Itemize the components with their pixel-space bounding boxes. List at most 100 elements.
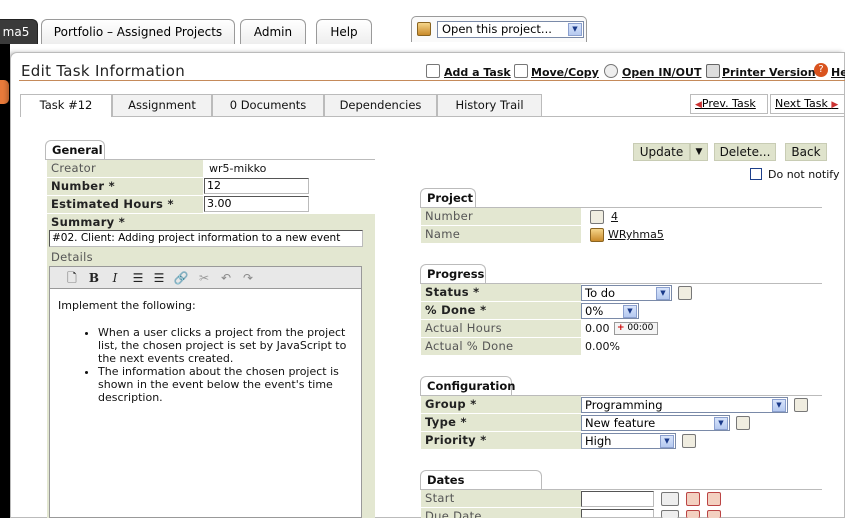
today-icon[interactable] — [707, 510, 721, 518]
next-task-link[interactable]: Next Task ▶ — [770, 94, 845, 114]
help-icon: ? — [814, 63, 828, 77]
arrow-right-icon: ▶ — [831, 100, 839, 110]
edit-icon[interactable] — [794, 398, 808, 412]
start-date-field[interactable] — [581, 491, 654, 507]
due-date-field[interactable] — [581, 509, 654, 518]
today-icon[interactable] — [707, 492, 721, 506]
tab-admin[interactable]: Admin — [240, 19, 306, 44]
group-select-value: Programming — [585, 398, 663, 412]
project-name-link[interactable]: WRyhma5 — [608, 226, 664, 243]
next-task-label: Next Task — [775, 97, 828, 110]
status-select-value: To do — [585, 286, 616, 300]
list-item: When a user clicks a project from the pr… — [98, 326, 354, 365]
actual-hours-value: 0.00 — [585, 322, 610, 335]
due-date-label: Due Date — [421, 508, 581, 518]
plus-icon: + — [617, 323, 625, 333]
move-copy-icon — [514, 64, 528, 78]
redo-icon[interactable]: ↷ — [240, 270, 256, 286]
project-header: Project — [420, 188, 476, 207]
bold-icon[interactable]: B — [86, 270, 102, 286]
edit-icon[interactable] — [736, 416, 750, 430]
summary-field[interactable]: #02. Client: Adding project information … — [49, 230, 363, 247]
collapse-left-arrow-icon[interactable] — [0, 80, 9, 104]
delete-button[interactable]: Delete... — [714, 143, 776, 161]
status-select[interactable]: To do ▼ — [581, 285, 672, 301]
open-inout-link[interactable]: Open IN/OUT — [622, 66, 701, 79]
italic-icon[interactable]: I — [107, 270, 123, 286]
details-label: Details — [51, 250, 93, 264]
page-title: Edit Task Information — [21, 62, 186, 80]
type-label: Type * — [421, 414, 581, 431]
editor-list: When a user clicks a project from the pr… — [58, 326, 354, 404]
calendar-icon[interactable] — [661, 492, 679, 506]
add-task-icon — [426, 64, 440, 78]
number-field[interactable]: 12 — [204, 178, 309, 194]
numbered-list-icon[interactable]: ☰ — [130, 270, 146, 286]
bullet-list-icon[interactable]: ☰ — [151, 270, 167, 286]
tab-history-trail[interactable]: History Trail — [437, 94, 542, 116]
progress-header: Progress — [420, 264, 486, 283]
add-task-link[interactable]: Add a Task — [444, 66, 511, 79]
start-date-label: Start — [421, 490, 581, 507]
chevron-down-icon: ▼ — [660, 435, 674, 448]
percent-done-value: 0% — [585, 304, 604, 318]
do-not-notify-checkbox[interactable] — [750, 168, 762, 180]
printer-version-link[interactable]: Printer Version — [722, 66, 816, 79]
help-link[interactable]: He — [831, 66, 845, 79]
unlink-icon[interactable]: ✂ — [196, 270, 212, 286]
undo-icon[interactable]: ↶ — [218, 270, 234, 286]
group-label: Group * — [421, 396, 581, 413]
update-button[interactable]: Update — [633, 143, 690, 161]
priority-label: Priority * — [421, 432, 581, 449]
percent-done-select[interactable]: 0% ▼ — [581, 303, 639, 319]
edit-icon[interactable] — [682, 434, 696, 448]
edit-icon[interactable] — [678, 286, 692, 300]
priority-select[interactable]: High ▼ — [581, 433, 676, 449]
tab-divider — [20, 116, 845, 117]
project-number-link[interactable]: 4 — [611, 208, 618, 225]
editor-content[interactable]: Implement the following: When a user cli… — [58, 299, 354, 404]
estimated-hours-label: Estimated Hours * — [47, 196, 203, 213]
open-project-select[interactable]: Open this project... ▼ — [437, 21, 584, 38]
add-time-button[interactable]: + 00:00 — [614, 322, 658, 335]
back-button[interactable]: Back — [785, 143, 827, 161]
chevron-down-icon: ▼ — [623, 305, 637, 318]
estimated-hours-field[interactable]: 3.00 — [204, 196, 309, 212]
move-copy-link[interactable]: Move/Copy — [531, 66, 599, 79]
edit-icon[interactable] — [590, 210, 604, 224]
clock-icon — [604, 64, 618, 78]
tab-portfolio[interactable]: Portfolio – Assigned Projects — [41, 19, 235, 44]
details-editor[interactable]: 🗋 B I ☰ ☰ 🔗 ✂ ↶ ↷ Implement the followin… — [49, 266, 362, 518]
group-select[interactable]: Programming ▼ — [581, 397, 788, 413]
link-icon[interactable]: 🔗 — [173, 270, 189, 286]
project-name-label: Name — [421, 226, 581, 243]
tab-assignment[interactable]: Assignment — [112, 94, 212, 116]
new-document-icon[interactable]: 🗋 — [64, 270, 80, 286]
arrow-left-icon: ◀ — [695, 100, 702, 110]
tab-current-project[interactable]: ma5 — [0, 19, 38, 44]
calendar-icon[interactable] — [661, 510, 679, 518]
actual-done-value: 0.00% — [585, 340, 620, 353]
editor-toolbar: 🗋 B I ☰ ☰ 🔗 ✂ ↶ ↷ — [50, 267, 361, 289]
time-value: 00:00 — [627, 323, 654, 333]
creator-label: Creator — [47, 160, 203, 177]
percent-done-label: % Done * — [421, 302, 581, 319]
configuration-header: Configuration — [420, 376, 515, 395]
type-select[interactable]: New feature ▼ — [581, 415, 730, 431]
priority-select-value: High — [585, 434, 612, 448]
dates-header: Dates (dd/mm/yyyy) — [420, 470, 542, 505]
creator-value: wr5-mikko — [209, 162, 267, 175]
update-dropdown-button[interactable]: ▼ — [690, 143, 708, 161]
clear-date-icon[interactable] — [686, 510, 700, 518]
tab-documents[interactable]: 0 Documents — [212, 94, 324, 116]
tab-help[interactable]: Help — [316, 19, 372, 44]
general-header: General — [45, 140, 105, 159]
clear-date-icon[interactable] — [686, 492, 700, 506]
status-label: Status * — [421, 284, 581, 301]
type-select-value: New feature — [585, 416, 656, 430]
number-label: Number * — [47, 178, 203, 195]
tab-dependencies[interactable]: Dependencies — [324, 94, 437, 116]
list-item: The information about the chosen project… — [98, 365, 354, 404]
prev-task-link[interactable]: ◀Prev. Task — [690, 94, 768, 114]
tab-task[interactable]: Task #12 — [20, 94, 112, 117]
